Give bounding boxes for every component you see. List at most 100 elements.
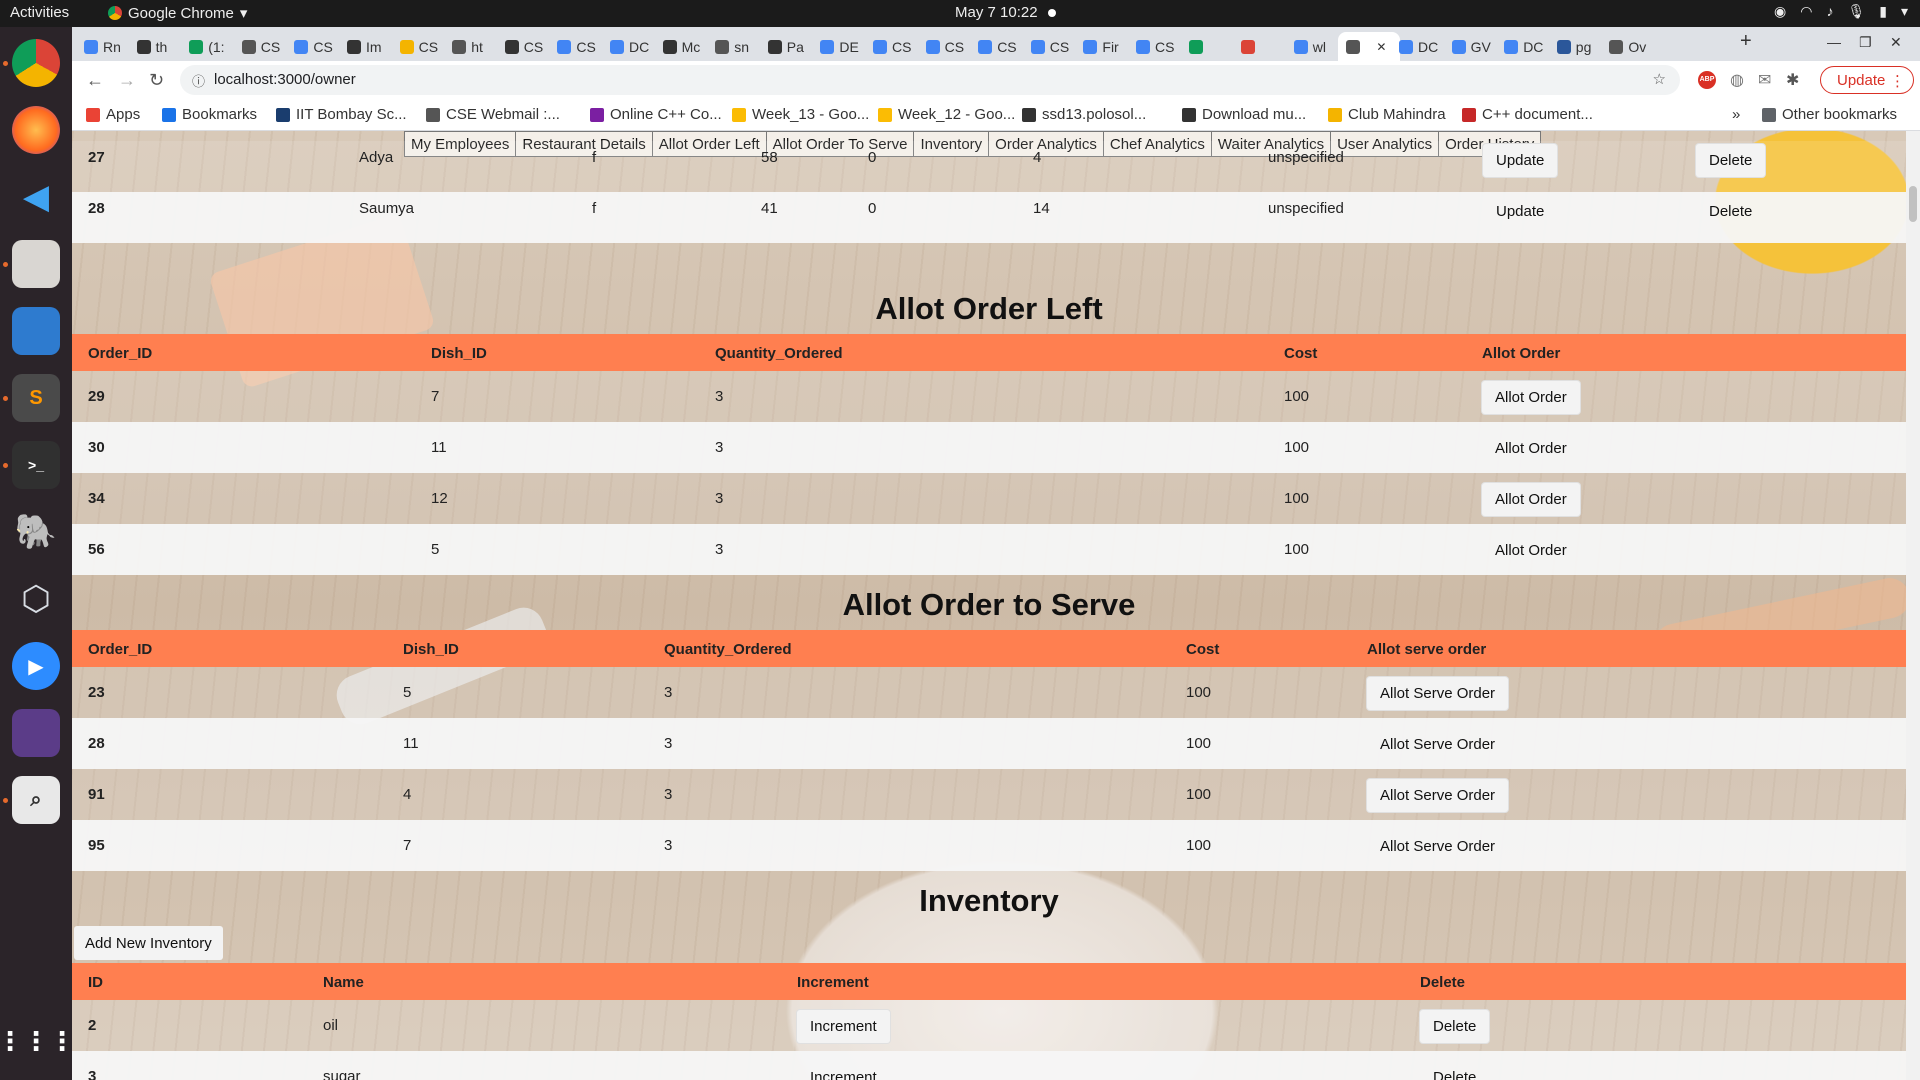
bookmark-item[interactable]: Bookmarks (162, 106, 257, 123)
bookmark-item[interactable]: Week_13 - Goo... (732, 106, 869, 123)
allot-serve-order-button[interactable]: Allot Serve Order (1367, 728, 1508, 761)
tab-3[interactable]: CS (234, 32, 286, 61)
vscode-dock-icon[interactable]: ◀ (12, 173, 60, 221)
bookmark-item[interactable]: Week_12 - Goo... (878, 106, 1015, 123)
bookmarks-overflow-button[interactable]: » (1732, 106, 1740, 123)
minimize-button[interactable]: — (1827, 34, 1841, 50)
postgresql-dock-icon[interactable]: 🐘 (12, 508, 60, 556)
favicon-icon (1188, 39, 1203, 54)
allot-order-button[interactable]: Allot Order (1482, 381, 1580, 414)
tab-28[interactable]: pg (1549, 32, 1601, 61)
app-menu[interactable]: Google Chrome ▾ (108, 4, 247, 22)
update-button[interactable]: Update (1483, 144, 1558, 177)
tab-4[interactable]: CS (286, 32, 338, 61)
adblock-icon[interactable]: ABP (1698, 71, 1716, 89)
tab-14[interactable]: DE (812, 32, 864, 61)
tab-25[interactable]: DC (1391, 32, 1443, 61)
extensions-icon[interactable]: ✱ (1786, 70, 1799, 90)
allot-order-button[interactable]: Allot Order (1482, 483, 1580, 516)
page-scrollbar[interactable] (1906, 131, 1920, 1080)
show-applications-icon[interactable]: ⋮⋮⋮ (0, 1017, 75, 1065)
translate-icon[interactable]: ◍ (1730, 70, 1744, 90)
sublime-text-dock-icon[interactable]: S (12, 374, 60, 422)
activities-button[interactable]: Activities (10, 4, 69, 21)
inventory-id: 3 (88, 1068, 97, 1080)
allot-serve-order-button[interactable]: Allot Serve Order (1367, 779, 1509, 812)
more-menu-icon: ⋮ (1890, 73, 1905, 90)
site-info-icon[interactable]: ⓘ (192, 71, 205, 90)
tab-1[interactable]: th (129, 32, 181, 61)
tab-8[interactable]: CS (497, 32, 549, 61)
files-dock-icon[interactable] (12, 240, 60, 288)
bookmark-item[interactable]: Club Mahindra (1328, 106, 1446, 123)
allot-serve-order-button[interactable]: Allot Serve Order (1367, 677, 1509, 710)
close-window-button[interactable]: ✕ (1890, 34, 1902, 51)
tab-6[interactable]: CS (392, 32, 444, 61)
tab-22[interactable] (1233, 32, 1285, 61)
terminal-dock-icon[interactable]: >_ (12, 441, 60, 489)
system-tray[interactable]: ◉ ◠ ♪ 🎙 ▮ ▾ (1774, 3, 1908, 20)
close-tab-icon[interactable]: ✕ (1376, 40, 1386, 54)
tab-5[interactable]: Im (339, 32, 391, 61)
tab-26[interactable]: GV (1444, 32, 1496, 61)
increment-button[interactable]: Increment (797, 1010, 890, 1043)
other-bookmarks[interactable]: Other bookmarks (1762, 106, 1897, 123)
tab-16[interactable]: CS (918, 32, 970, 61)
tab-13[interactable]: Pa (760, 32, 812, 61)
bookmark-favicon-icon (590, 107, 604, 122)
allot-order-button[interactable]: Allot Order (1482, 432, 1580, 465)
add-inventory-button[interactable]: Add New Inventory (74, 926, 223, 960)
bookmark-item[interactable]: ssd13.polosol... (1022, 106, 1146, 123)
tab-11[interactable]: Mc (655, 32, 707, 61)
magnifier-dock-icon[interactable]: ⌕ (12, 776, 60, 824)
update-button[interactable]: Update ⋮ (1820, 66, 1914, 94)
address-bar[interactable]: ⓘ localhost:3000/owner ☆ (180, 65, 1680, 95)
tab-29[interactable]: Ov (1601, 32, 1653, 61)
restore-button[interactable]: ❐ (1859, 34, 1872, 51)
allot-serve-order-button[interactable]: Allot Serve Order (1367, 830, 1508, 863)
video-editor-dock-icon[interactable] (12, 709, 60, 757)
clock[interactable]: May 7 10:22 (955, 4, 1056, 21)
zoom-dock-icon[interactable]: ▶ (12, 642, 60, 690)
tab-17[interactable]: CS (970, 32, 1022, 61)
tab-18[interactable]: CS (1023, 32, 1075, 61)
dish-id: 4 (403, 786, 412, 803)
allot-order-button[interactable]: Allot Order (1482, 534, 1580, 567)
favicon-icon (820, 39, 835, 54)
tab-2[interactable]: (1: (181, 32, 233, 61)
scrollbar-thumb[interactable] (1909, 186, 1917, 222)
update-button[interactable]: Update (1483, 195, 1557, 228)
tab-7[interactable]: ht (444, 32, 496, 61)
bookmark-item[interactable]: CSE Webmail :... (426, 106, 560, 123)
firefox-dock-icon[interactable] (12, 106, 60, 154)
delete-button[interactable]: Delete (1696, 144, 1766, 177)
tab-19[interactable]: Fir (1075, 32, 1127, 61)
tab-10[interactable]: DC (602, 32, 654, 61)
reload-icon[interactable]: ↻ (149, 70, 164, 91)
tab-12[interactable]: sn (707, 32, 759, 61)
bookmark-item[interactable]: C++ document... (1462, 106, 1593, 123)
tab-27[interactable]: DC (1496, 32, 1548, 61)
tab-0[interactable]: Rn (76, 32, 128, 61)
tab-21[interactable] (1181, 32, 1233, 61)
star-icon[interactable]: ☆ (1653, 70, 1666, 88)
bookmark-item[interactable]: IIT Bombay Sc... (276, 106, 407, 123)
back-icon[interactable]: ← (86, 70, 104, 91)
bookmark-item[interactable]: Download mu... (1182, 106, 1306, 123)
bookmark-item[interactable]: Apps (86, 106, 140, 123)
chrome-dock-icon[interactable] (12, 39, 60, 87)
tab-20[interactable]: CS (1128, 32, 1180, 61)
mail-extension-icon[interactable]: ✉ (1758, 70, 1771, 90)
virtualbox-dock-icon[interactable]: ⬡ (12, 575, 60, 623)
increment-button[interactable]: Increment (797, 1061, 890, 1080)
delete-button[interactable]: Delete (1420, 1061, 1489, 1080)
tab-23[interactable]: wl (1286, 32, 1338, 61)
forward-icon[interactable]: → (118, 70, 136, 91)
delete-button[interactable]: Delete (1420, 1010, 1490, 1043)
new-tab-button[interactable]: + (1740, 30, 1752, 53)
tab-15[interactable]: CS (865, 32, 917, 61)
bookmark-item[interactable]: Online C++ Co... (590, 106, 722, 123)
tab-9[interactable]: CS (549, 32, 601, 61)
document-viewer-dock-icon[interactable] (12, 307, 60, 355)
delete-button[interactable]: Delete (1696, 195, 1765, 228)
